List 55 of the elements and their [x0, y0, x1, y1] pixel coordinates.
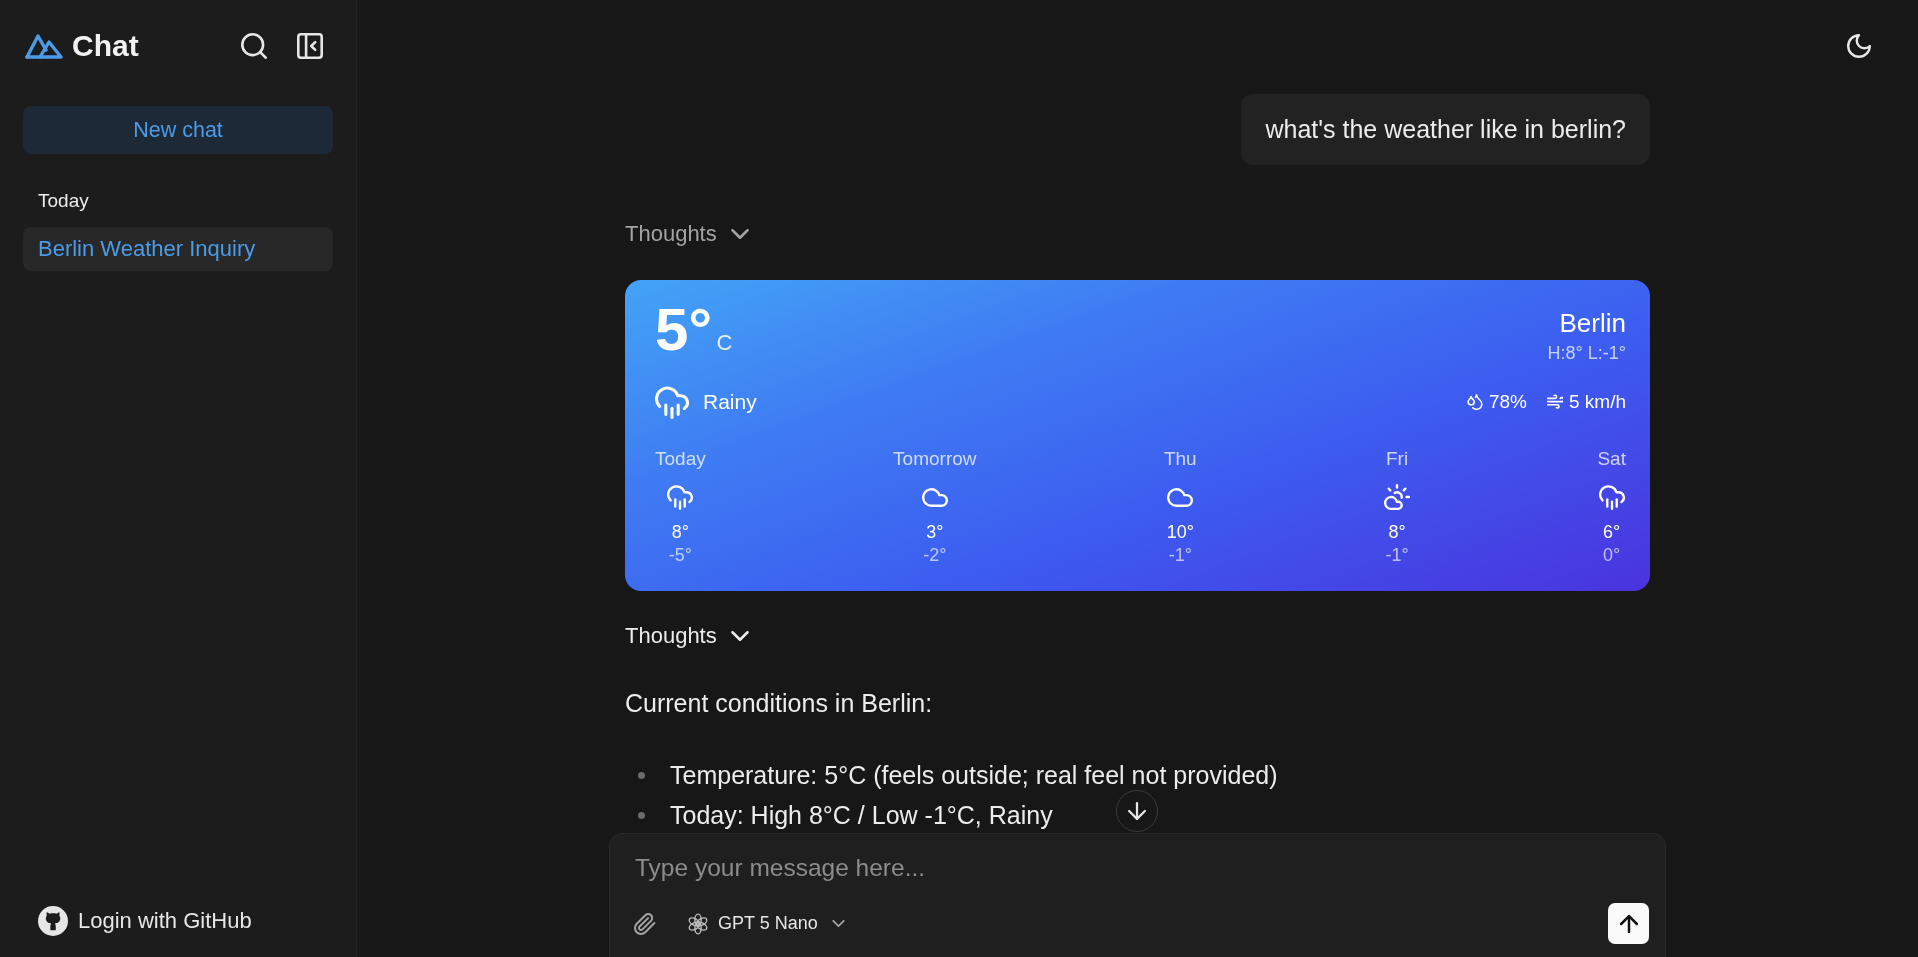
- arrow-down-icon: [1128, 802, 1146, 820]
- forecast-low: 0°: [1603, 544, 1621, 566]
- send-button[interactable]: [1608, 903, 1649, 944]
- chevron-down-icon: [831, 920, 845, 927]
- thoughts-toggle[interactable]: Thoughts: [625, 220, 749, 248]
- chevron-down-icon: [730, 229, 749, 239]
- scroll-down-button[interactable]: [1116, 790, 1158, 832]
- new-chat-button[interactable]: New chat: [23, 106, 333, 154]
- wind-icon: [1546, 394, 1563, 410]
- forecast-high: 10°: [1166, 521, 1194, 543]
- wind-speed: 5 km/h: [1568, 391, 1626, 413]
- user-message: what's the weather like in berlin?: [1241, 94, 1650, 165]
- city-name: Berlin: [1559, 308, 1626, 338]
- forecast-high: 6°: [1603, 521, 1621, 543]
- panel-collapse-icon: [297, 33, 323, 59]
- response-paragraph: Current conditions in Berlin:: [625, 688, 933, 718]
- search-icon: [241, 33, 267, 59]
- high-low-temperature: H:8° L:-1°: [1547, 342, 1626, 365]
- forecast-high: 8°: [1388, 521, 1406, 543]
- chevron-down-icon: [730, 631, 749, 641]
- thoughts-toggle[interactable]: Thoughts: [625, 622, 749, 650]
- paperclip-icon: [634, 912, 656, 935]
- forecast-high: 8°: [671, 521, 689, 543]
- attach-button[interactable]: [634, 912, 656, 935]
- message-input[interactable]: Type your message here...: [635, 853, 1649, 883]
- forecast-high: 3°: [926, 521, 944, 543]
- forecast-low: -2°: [923, 544, 947, 566]
- forecast-day: Tomorrow: [893, 447, 977, 470]
- chat-history-item[interactable]: Berlin Weather Inquiry: [23, 227, 333, 271]
- cat-logo-icon: [38, 906, 68, 936]
- flower-icon: [687, 912, 709, 935]
- forecast-day: Fri: [1385, 447, 1409, 470]
- temperature-value: 5°: [655, 302, 713, 358]
- temperature-unit: C: [716, 332, 733, 354]
- forecast-day: Today: [655, 447, 706, 470]
- forecast-low: -1°: [1168, 544, 1192, 566]
- section-heading: Today: [37, 190, 90, 212]
- forecast-day: Sat: [1597, 447, 1626, 470]
- forecast-low: -5°: [668, 544, 692, 566]
- mountain-logo-icon: [25, 33, 63, 59]
- sidebar-toggle-button[interactable]: [297, 33, 323, 59]
- forecast-low: -1°: [1385, 544, 1409, 566]
- humidity-value: 78%: [1488, 391, 1527, 413]
- list-item: Today: High 8°C / Low -1°C, Rainy: [670, 800, 1053, 830]
- list-item: Temperature: 5°C (feels outside; real feel not provided): [670, 760, 1278, 790]
- moon-icon: [1847, 34, 1871, 58]
- forecast-day: Thu: [1163, 447, 1197, 470]
- model-selector[interactable]: GPT 5 Nano: [687, 908, 845, 939]
- app-title: Chat: [72, 29, 139, 63]
- droplets-icon: [1466, 394, 1483, 410]
- condition-label: Rainy: [703, 390, 757, 414]
- bullet-icon: [638, 771, 645, 779]
- login-button[interactable]: Login with GitHub: [23, 903, 252, 939]
- search-button[interactable]: [241, 33, 267, 59]
- bullet-icon: [638, 811, 645, 819]
